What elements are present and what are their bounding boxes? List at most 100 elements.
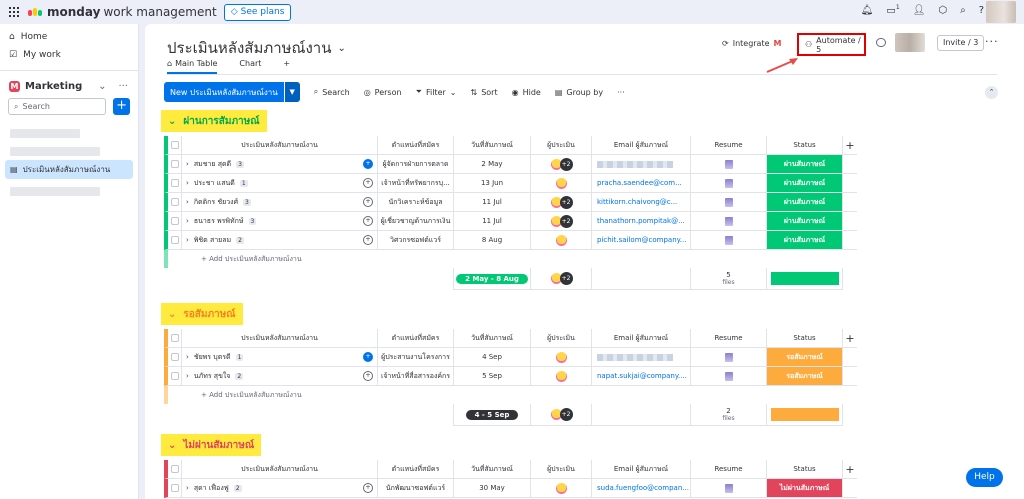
chevron-up-icon[interactable]: ⌃ — [985, 86, 998, 99]
table-row[interactable]: › ชัยพร บุตรดี 1 + ผู้ประสานงานโครงการ 4 Sep ร… — [164, 348, 857, 367]
more-icon[interactable]: ··· — [985, 35, 999, 48]
table-row[interactable]: › พิชิต สายลม 2 + วิศวกรซอฟต์แวร์ 8 Aug pichit… — [164, 231, 857, 250]
chevron-down-icon[interactable]: ⌄ — [168, 309, 176, 320]
apps-grid-icon[interactable] — [9, 7, 19, 17]
position-cell[interactable]: ผู้ประสานงานโครงการ — [378, 348, 454, 367]
workspace-selector[interactable]: M Marketing ⌄ ··· — [0, 77, 138, 95]
checkbox[interactable] — [170, 141, 179, 149]
status-cell[interactable]: ผ่านสัมภาษณ์ — [767, 174, 843, 193]
date-cell[interactable]: 11 Jul — [454, 193, 531, 212]
chevron-right-icon[interactable]: › — [186, 236, 189, 244]
checkbox[interactable] — [170, 217, 179, 225]
search-button[interactable]: ⌕ Search — [314, 87, 350, 97]
table-row[interactable]: › ประชา แสนดี 1 + เจ้าหน้าที่ทรัพยากรบุ... 13… — [164, 174, 857, 193]
email-link[interactable]: napat.sukjai@company.... — [597, 372, 687, 380]
add-update-icon[interactable]: + — [363, 235, 373, 245]
chevron-right-icon[interactable]: › — [186, 484, 189, 492]
inbox-icon[interactable]: ▭1 — [886, 4, 899, 16]
resume-cell[interactable] — [691, 193, 767, 212]
row-checkbox[interactable] — [164, 212, 182, 231]
checkbox[interactable] — [170, 160, 179, 168]
file-icon[interactable] — [724, 483, 733, 493]
checkbox[interactable] — [170, 372, 179, 380]
checkbox[interactable] — [170, 198, 179, 206]
table-row[interactable]: › นภัทร สุขใจ 2 + เจ้าหน้าที่สื่อสารองค์กร 5 … — [164, 367, 857, 386]
chevron-down-icon[interactable]: ⌄ — [168, 116, 176, 127]
table-row[interactable]: › กิตติกร ชัยวงศ์ 3 + นักวิเคราะห์ข้อมูล 11 J… — [164, 193, 857, 212]
name-cell[interactable]: › ธนาธร พรพิทักษ์ 3 + — [182, 212, 378, 231]
email-cell[interactable]: napat.sukjai@company.... — [592, 367, 691, 386]
add-column-button[interactable]: + — [843, 136, 857, 155]
evaluator-cell[interactable] — [531, 348, 592, 367]
position-cell[interactable]: วิศวกรซอฟต์แวร์ — [378, 231, 454, 250]
email-cell[interactable]: pracha.saendee@com... — [592, 174, 691, 193]
user-avatar[interactable] — [986, 1, 1016, 23]
add-item-row[interactable]: + Add ประเมินหลังสัมภาษณ์งาน — [164, 250, 864, 268]
chevron-down-icon[interactable]: ▼ — [284, 82, 300, 102]
email-link[interactable]: kittikorn.chaivong@c... — [597, 198, 677, 206]
checkbox[interactable] — [170, 179, 179, 187]
see-plans-button[interactable]: ◇ See plans — [223, 3, 292, 21]
name-cell[interactable]: › พิชิต สายลม 2 + — [182, 231, 378, 250]
filter-button[interactable]: ⏷ Filter ⌄ — [416, 87, 457, 97]
name-cell[interactable]: › ประชา แสนดี 1 + — [182, 174, 378, 193]
position-cell[interactable]: นักพัฒนาซอฟต์แวร์ — [378, 479, 454, 498]
row-checkbox[interactable] — [164, 231, 182, 250]
resume-cell[interactable] — [691, 212, 767, 231]
add-item-row[interactable]: + Add ประเมินหลังสัมภาษณ์งาน — [164, 386, 864, 404]
evaluator-cell[interactable]: +2 — [531, 212, 592, 231]
chevron-down-icon[interactable]: ⌄ — [168, 440, 176, 451]
invite-members-icon[interactable]: 👤︎ — [913, 5, 926, 16]
evaluator-cell[interactable]: +2 — [531, 193, 592, 212]
resume-cell[interactable] — [691, 367, 767, 386]
table-row[interactable]: › สมชาย สุดดี 3 + ผู้จัดการฝ่ายการตลาด 2 May +… — [164, 155, 857, 174]
tab-chart[interactable]: Chart — [239, 59, 261, 74]
file-icon[interactable] — [724, 159, 733, 169]
name-cell[interactable]: › กิตติกร ชัยวงศ์ 3 + — [182, 193, 378, 212]
resume-cell[interactable] — [691, 479, 767, 498]
row-checkbox[interactable] — [164, 367, 182, 386]
resume-cell[interactable] — [691, 348, 767, 367]
name-cell[interactable]: › นภัทร สุขใจ 2 + — [182, 367, 378, 386]
row-checkbox[interactable] — [164, 174, 182, 193]
email-cell[interactable] — [592, 155, 691, 174]
sort-button[interactable]: ⇅ Sort — [470, 88, 497, 97]
search-icon[interactable]: ⌕ — [960, 5, 966, 16]
name-cell[interactable]: › สุดา เฟื่องฟู 2 + — [182, 479, 378, 498]
position-cell[interactable]: ผู้เชี่ยวชาญด้านการเงิน — [378, 212, 454, 231]
group-title[interactable]: ⌄ ผ่านการสัมภาษณ์ — [161, 110, 267, 132]
checkbox[interactable] — [170, 334, 179, 342]
add-update-icon[interactable]: + — [363, 178, 373, 188]
checkbox[interactable] — [170, 465, 179, 473]
file-icon[interactable] — [724, 178, 733, 188]
add-update-icon[interactable]: + — [363, 197, 373, 207]
add-update-icon[interactable]: + — [363, 159, 373, 169]
status-cell[interactable]: ผ่านสัมภาษณ์ — [767, 155, 843, 174]
email-cell[interactable]: kittikorn.chaivong@c... — [592, 193, 691, 212]
status-cell[interactable]: ผ่านสัมภาษณ์ — [767, 231, 843, 250]
evaluator-cell[interactable] — [531, 367, 592, 386]
email-link[interactable]: suda.fuengfoo@compan... — [597, 484, 689, 492]
resume-cell[interactable] — [691, 155, 767, 174]
position-cell[interactable]: นักวิเคราะห์ข้อมูล — [378, 193, 454, 212]
automate-button[interactable]: ⚇ Automate / 5 — [797, 33, 866, 56]
chevron-right-icon[interactable]: › — [186, 160, 189, 168]
hide-button[interactable]: ◉ Hide — [512, 88, 541, 97]
status-cell[interactable]: ผ่านสัมภาษณ์ — [767, 193, 843, 212]
add-update-icon[interactable]: + — [363, 216, 373, 226]
date-cell[interactable]: 13 Jun — [454, 174, 531, 193]
status-cell[interactable]: ผ่านสัมภาษณ์ — [767, 212, 843, 231]
help-button[interactable]: Help — [966, 468, 1003, 487]
row-checkbox[interactable] — [164, 193, 182, 212]
checkbox[interactable] — [170, 236, 179, 244]
apps-icon[interactable]: ⬡ — [938, 5, 947, 16]
group-title[interactable]: ⌄ รอสัมภาษณ์ — [161, 303, 243, 325]
evaluator-cell[interactable] — [531, 479, 592, 498]
date-cell[interactable]: 5 Sep — [454, 367, 531, 386]
add-update-icon[interactable]: + — [363, 483, 373, 493]
sidebar-item-board[interactable]: ▤ ประเมินหลังสัมภาษณ์งาน — [5, 160, 133, 179]
position-cell[interactable]: เจ้าหน้าที่สื่อสารองค์กร — [378, 367, 454, 386]
header-checkbox[interactable] — [164, 329, 182, 348]
date-cell[interactable]: 11 Jul — [454, 212, 531, 231]
evaluator-cell[interactable]: +2 — [531, 155, 592, 174]
